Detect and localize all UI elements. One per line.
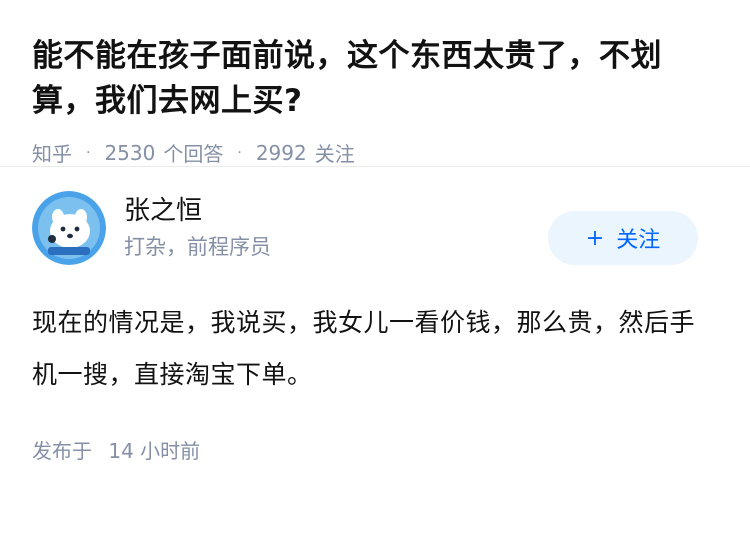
plus-icon: + xyxy=(585,225,605,251)
follow-button[interactable]: + 关注 xyxy=(548,211,698,265)
publish-time-value: 14 小时前 xyxy=(108,439,201,463)
answer-count: 2530 xyxy=(104,140,156,165)
avatar[interactable] xyxy=(32,191,106,265)
question-meta: 知乎 · 2530 个回答 · 2992 关注 xyxy=(32,138,718,167)
publish-time-prefix: 发布于 xyxy=(32,439,92,463)
follower-count-label[interactable]: 关注 xyxy=(315,138,355,167)
meta-separator: · xyxy=(86,144,91,161)
author-headline: 打杂，前程序员 xyxy=(124,235,271,259)
author-name[interactable]: 张之恒 xyxy=(124,194,271,228)
question-title[interactable]: 能不能在孩子面前说，这个东西太贵了，不划算，我们去网上买? xyxy=(32,34,718,124)
meta-separator: · xyxy=(237,144,242,161)
author-info: 张之恒 打杂，前程序员 xyxy=(124,194,271,262)
follow-button-label: 关注 xyxy=(616,228,661,253)
answer-card: 张之恒 打杂，前程序员 + 关注 现在的情况是，我说买，我女儿一看价钱，那么贵，… xyxy=(0,167,750,464)
publish-time: 发布于 14 小时前 xyxy=(32,435,718,464)
avatar-image-icon xyxy=(32,191,106,265)
follower-count: 2992 xyxy=(255,140,307,165)
answer-content[interactable]: 现在的情况是，我说买，我女儿一看价钱，那么贵，然后手机一搜，直接淘宝下单。 xyxy=(32,297,718,401)
source-label[interactable]: 知乎 xyxy=(32,138,72,167)
answer-count-label[interactable]: 个回答 xyxy=(163,138,223,167)
question-header: 能不能在孩子面前说，这个东西太贵了，不划算，我们去网上买? 知乎 · 2530 … xyxy=(0,0,750,166)
